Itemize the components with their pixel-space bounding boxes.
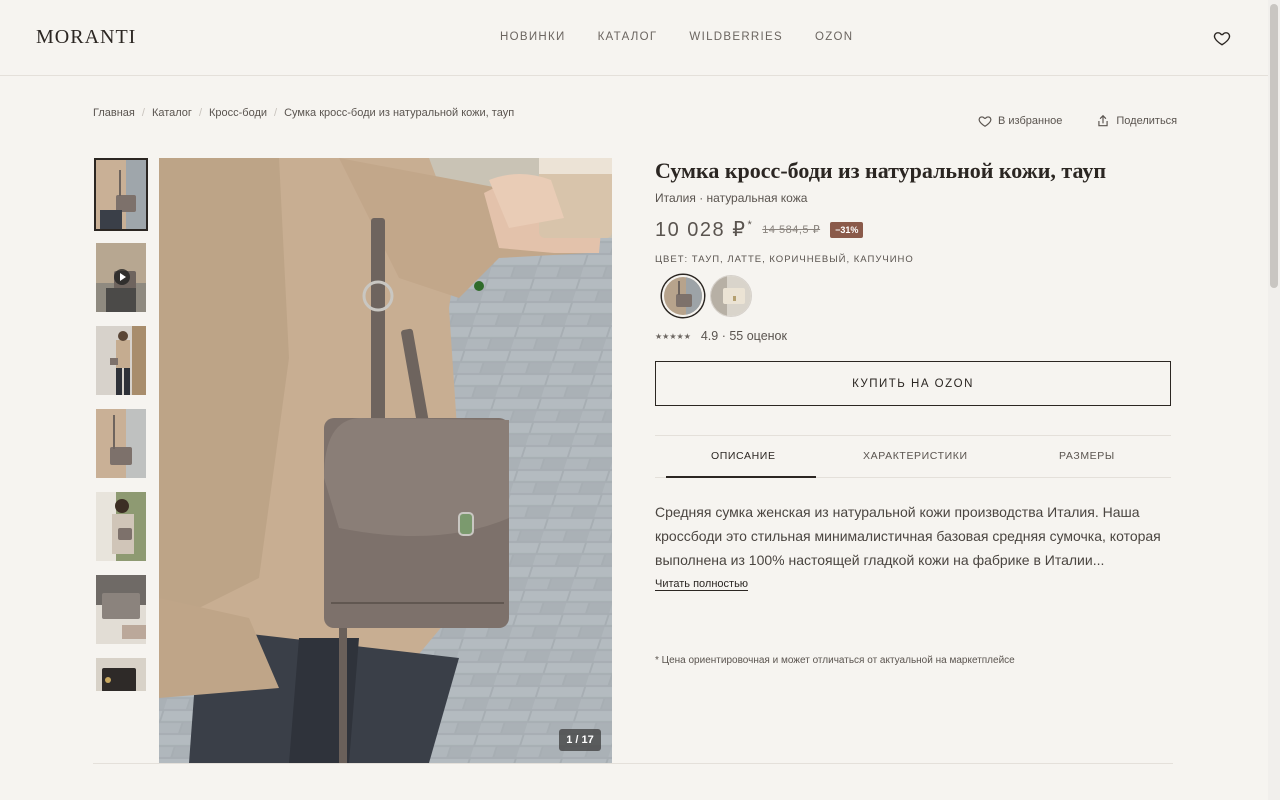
heart-icon bbox=[978, 116, 992, 127]
rating-text[interactable]: 4.9 · 55 оценок bbox=[701, 329, 787, 343]
price-block: 10 028 ₽* 14 584,5 ₽ −31% bbox=[655, 217, 864, 242]
read-more-link[interactable]: Читать полностью bbox=[655, 578, 749, 591]
thumbnail[interactable] bbox=[94, 490, 148, 563]
product-main-image[interactable]: 1 / 17 bbox=[159, 158, 612, 763]
current-price: 10 028 ₽* bbox=[655, 217, 753, 242]
favorite-label: В избранное bbox=[998, 115, 1063, 127]
image-counter: 1 / 17 bbox=[559, 729, 601, 751]
breadcrumb-separator: / bbox=[274, 107, 278, 119]
thumbnail[interactable] bbox=[94, 324, 148, 397]
tab-specifications[interactable]: ХАРАКТЕРИСТИКИ bbox=[863, 450, 968, 462]
thumbnail[interactable] bbox=[94, 656, 148, 693]
product-title: Сумка кросс-боди из натуральной кожи, та… bbox=[655, 158, 1107, 183]
nav-item-catalog[interactable]: КАТАЛОГ bbox=[598, 31, 658, 43]
tab-description[interactable]: ОПИСАНИЕ bbox=[711, 450, 776, 462]
product-tabs: ОПИСАНИЕ ХАРАКТЕРИСТИКИ РАЗМЕРЫ bbox=[655, 435, 1171, 478]
product-description: Средняя сумка женская из натуральной кож… bbox=[655, 504, 1161, 568]
share-icon bbox=[1098, 114, 1109, 127]
rating: ★★★★★ 4.9 · 55 оценок bbox=[655, 329, 787, 343]
breadcrumb-crossbody[interactable]: Кросс-боди bbox=[209, 107, 267, 119]
share-button[interactable]: Поделиться bbox=[1096, 114, 1177, 128]
section-divider bbox=[93, 763, 1173, 764]
play-icon bbox=[114, 269, 130, 285]
thumbnail[interactable] bbox=[94, 158, 148, 231]
breadcrumb-home[interactable]: Главная bbox=[93, 107, 135, 119]
product-subtitle: Италия · натуральная кожа bbox=[655, 191, 808, 205]
breadcrumb-catalog[interactable]: Каталог bbox=[152, 107, 192, 119]
tab-sizes[interactable]: РАЗМЕРЫ bbox=[1059, 450, 1115, 462]
old-price: 14 584,5 ₽ bbox=[762, 224, 821, 236]
color-label: ЦВЕТ: ТАУП, ЛАТТЕ, КОРИЧНЕВЫЙ, КАПУЧИНО bbox=[655, 254, 914, 265]
breadcrumb-separator: / bbox=[198, 107, 202, 119]
site-header: MORANTI НОВИНКИ КАТАЛОГ WILDBERRIES OZON bbox=[0, 0, 1268, 76]
product-photo bbox=[159, 158, 612, 763]
nav-item-ozon[interactable]: OZON bbox=[815, 31, 853, 43]
scrollbar[interactable] bbox=[1268, 0, 1280, 800]
thumbnail-list bbox=[94, 158, 150, 703]
thumbnail-video[interactable] bbox=[94, 241, 148, 314]
breadcrumb-separator: / bbox=[141, 107, 145, 119]
color-swatch-latte[interactable] bbox=[710, 275, 752, 317]
thumbnail[interactable] bbox=[94, 407, 148, 480]
thumbnail[interactable] bbox=[94, 573, 148, 646]
buy-on-ozon-button[interactable]: КУПИТЬ НА OZON bbox=[655, 361, 1171, 406]
share-label: Поделиться bbox=[1116, 115, 1178, 127]
scrollbar-thumb[interactable] bbox=[1270, 4, 1278, 288]
nav-item-new[interactable]: НОВИНКИ bbox=[500, 31, 566, 43]
color-swatches bbox=[662, 275, 752, 317]
breadcrumb: Главная / Каталог / Кросс-боди / Сумка к… bbox=[93, 107, 514, 119]
price-note: * Цена ориентировочная и может отличатьс… bbox=[655, 655, 1015, 666]
color-swatch-taupe[interactable] bbox=[662, 275, 704, 317]
brand-logo[interactable]: MORANTI bbox=[36, 26, 136, 49]
price-value: 10 028 ₽ bbox=[655, 219, 747, 241]
active-tab-indicator bbox=[666, 476, 816, 478]
main-nav: НОВИНКИ КАТАЛОГ WILDBERRIES OZON bbox=[500, 31, 885, 43]
price-footnote-mark: * bbox=[747, 219, 754, 232]
nav-item-wildberries[interactable]: WILDBERRIES bbox=[689, 31, 783, 43]
add-to-favorites-button[interactable]: В избранное bbox=[978, 114, 1062, 128]
breadcrumb-current: Сумка кросс-боди из натуральной кожи, та… bbox=[284, 107, 515, 119]
discount-badge: −31% bbox=[830, 222, 864, 238]
rating-stars-icon: ★★★★★ bbox=[655, 331, 691, 341]
product-actions: В избранное Поделиться bbox=[978, 114, 1177, 128]
heart-icon[interactable] bbox=[1213, 29, 1231, 47]
